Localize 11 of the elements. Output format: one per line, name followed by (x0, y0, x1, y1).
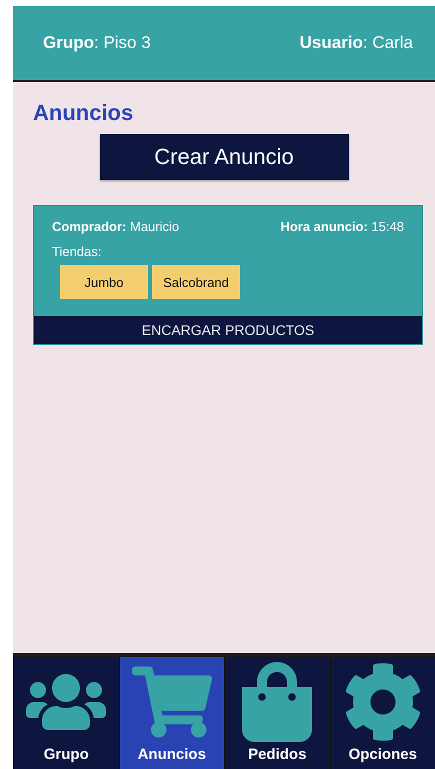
create-announcement-button[interactable]: Crear Anuncio (100, 134, 348, 180)
page-title: Anuncios (33, 100, 134, 126)
user-label: Usuario: Carla (300, 33, 413, 53)
store-tag: Salcobrand (152, 265, 240, 299)
order-products-button[interactable]: ENCARGAR PRODUCTOS (34, 316, 422, 344)
stores-label: Tiendas: (51, 243, 102, 259)
group-label: Grupo: Piso 3 (43, 33, 151, 53)
store-tag: Jumbo (60, 265, 148, 299)
buyer-text: Comprador: Mauricio (52, 219, 180, 234)
nav-tab[interactable]: Anuncios (118, 657, 224, 769)
time-text: Hora anuncio: 15:48 (280, 219, 404, 234)
